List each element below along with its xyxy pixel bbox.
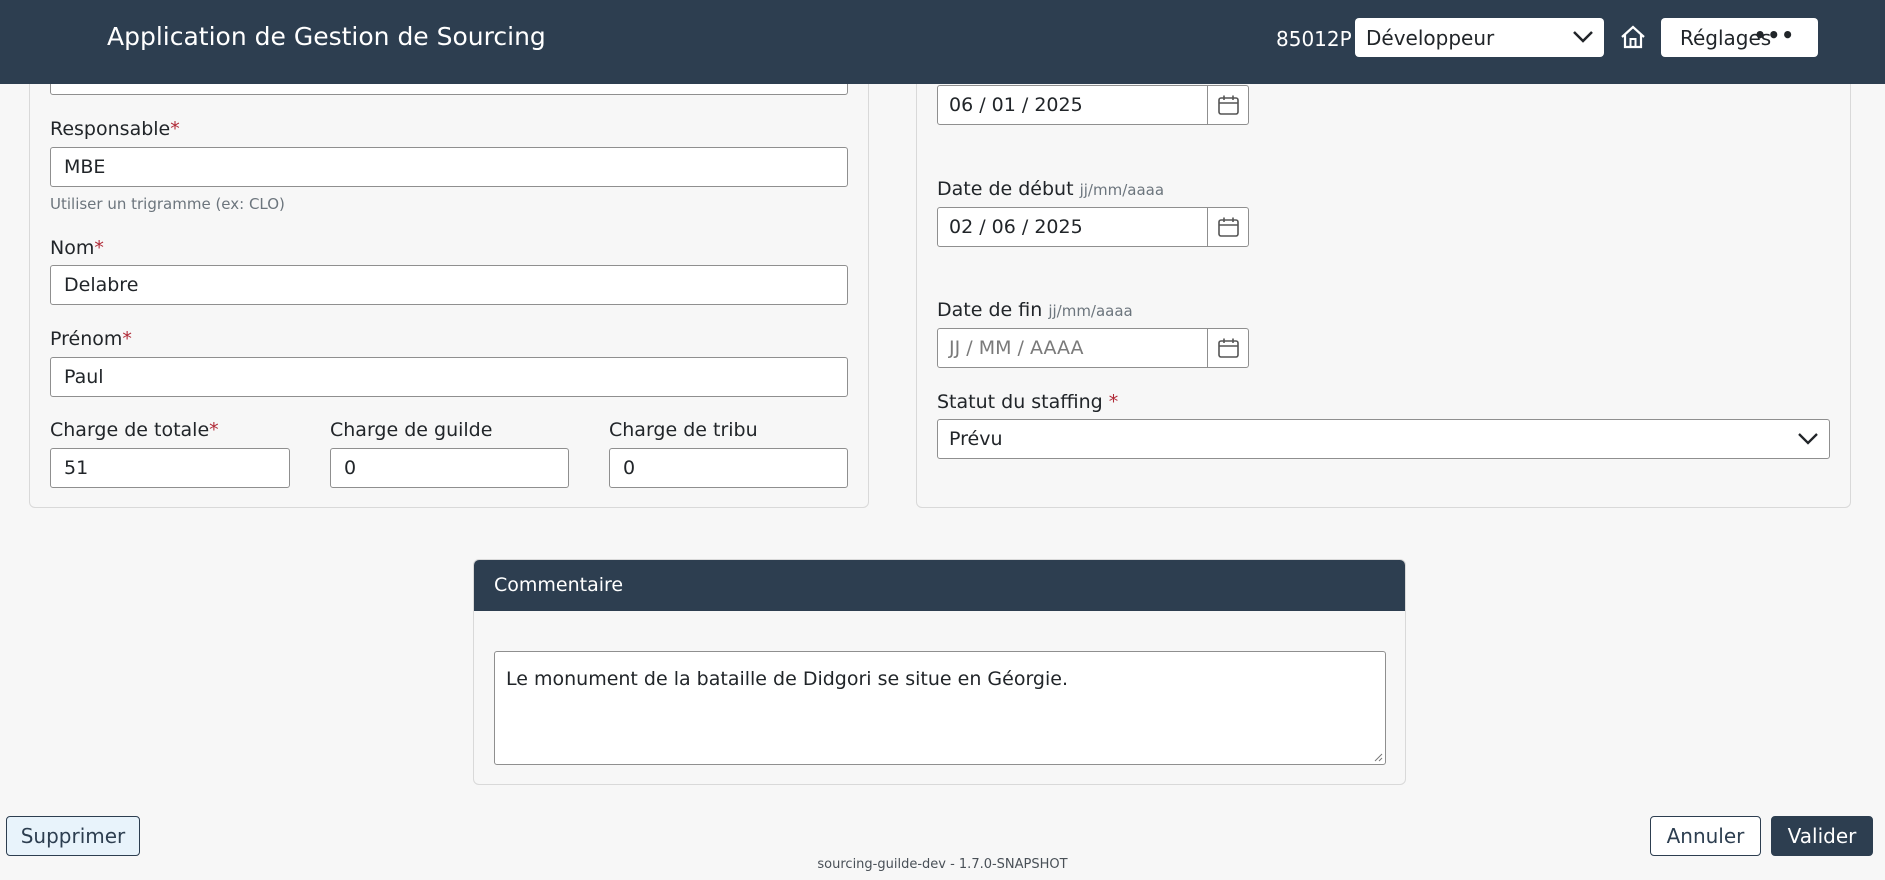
- app-version-footer: sourcing-guilde-dev - 1.7.0-SNAPSHOT: [817, 857, 1068, 872]
- date-debut-value: 02 / 06 / 2025: [949, 216, 1083, 238]
- comment-text: Le monument de la bataille de Didgori se…: [506, 668, 1068, 690]
- top-navbar: Application de Gestion de Sourcing 85012…: [0, 0, 1885, 84]
- user-code: 85012P: [1276, 27, 1352, 51]
- date-fin-placeholder: JJ / MM / AAAA: [949, 337, 1084, 359]
- date-fin-calendar-button[interactable]: [1207, 329, 1248, 367]
- chevron-down-icon: [1573, 31, 1593, 43]
- date-fin-format-hint: jj/mm/aaaa: [1048, 302, 1133, 320]
- statut-select-value: Prévu: [949, 428, 1003, 450]
- responsable-input[interactable]: MBE: [50, 147, 848, 187]
- date-debut-label: Date de début jj/mm/aaaa: [937, 178, 1165, 200]
- calendar-icon: [1218, 338, 1239, 358]
- calendar-icon: [1218, 95, 1239, 115]
- statut-select[interactable]: Prévu: [937, 419, 1830, 459]
- charge-guilde-label: Charge de guilde: [330, 419, 493, 441]
- comment-title: Commentaire: [474, 560, 1405, 611]
- app-title: Application de Gestion de Sourcing: [107, 22, 546, 51]
- date-top-value: 06 / 01 / 2025: [949, 94, 1083, 116]
- date-top-input[interactable]: 06 / 01 / 2025: [937, 85, 1249, 125]
- charge-totale-label: Charge de totale*: [50, 419, 219, 441]
- date-debut-input[interactable]: 02 / 06 / 2025: [937, 207, 1249, 247]
- delete-button[interactable]: Supprimer: [6, 816, 140, 856]
- settings-button[interactable]: Réglages •••: [1661, 18, 1818, 57]
- comment-textarea[interactable]: Le monument de la bataille de Didgori se…: [494, 651, 1386, 765]
- nom-input[interactable]: Delabre: [50, 265, 848, 305]
- charge-guilde-input[interactable]: 0: [330, 448, 569, 488]
- charge-tribu-input[interactable]: 0: [609, 448, 848, 488]
- role-select-value: Développeur: [1366, 26, 1495, 50]
- more-options-icon: •••: [1753, 23, 1795, 47]
- statut-label: Statut du staffing *: [937, 391, 1119, 413]
- prenom-label: Prénom*: [50, 328, 132, 350]
- prenom-input[interactable]: Paul: [50, 357, 848, 397]
- charge-totale-input[interactable]: 51: [50, 448, 290, 488]
- cancel-button[interactable]: Annuler: [1650, 816, 1761, 856]
- validate-button[interactable]: Valider: [1771, 816, 1873, 856]
- comment-card: Commentaire Le monument de la bataille d…: [473, 559, 1406, 785]
- chevron-down-icon: [1798, 433, 1818, 445]
- charge-tribu-label: Charge de tribu: [609, 419, 758, 441]
- resize-grip-icon[interactable]: [1373, 752, 1383, 762]
- date-fin-label: Date de fin jj/mm/aaaa: [937, 299, 1133, 321]
- nom-label: Nom*: [50, 237, 104, 259]
- date-debut-calendar-button[interactable]: [1207, 208, 1248, 246]
- date-top-calendar-button[interactable]: [1207, 86, 1248, 124]
- home-icon[interactable]: [1619, 23, 1647, 51]
- role-select[interactable]: Développeur: [1355, 18, 1604, 57]
- date-debut-format-hint: jj/mm/aaaa: [1079, 181, 1165, 199]
- date-fin-input[interactable]: JJ / MM / AAAA: [937, 328, 1249, 368]
- calendar-icon: [1218, 217, 1239, 237]
- responsable-help-text: Utiliser un trigramme (ex: CLO): [50, 195, 285, 213]
- responsable-label: Responsable*: [50, 118, 180, 140]
